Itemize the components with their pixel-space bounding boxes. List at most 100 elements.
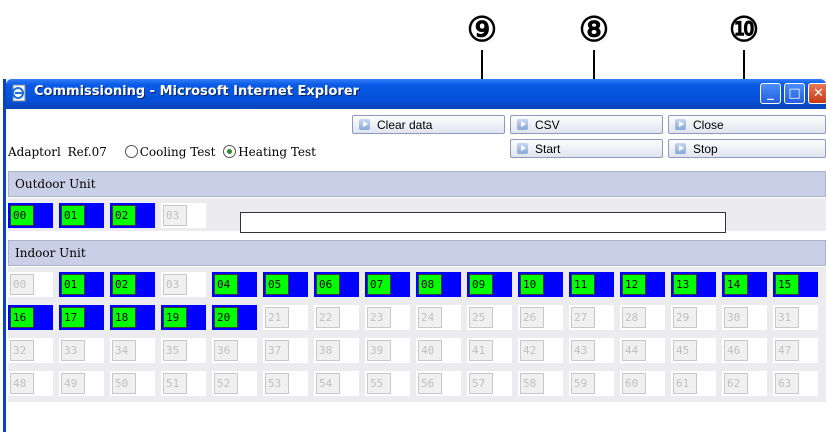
indoor-unit-05[interactable]: 05 — [263, 272, 308, 297]
indoor-unit-40[interactable]: 40 — [416, 338, 461, 363]
unit-number: 46 — [724, 340, 748, 361]
outdoor-unit-03[interactable]: 03 — [161, 203, 206, 228]
indoor-unit-06[interactable]: 06 — [314, 272, 359, 297]
indoor-unit-34[interactable]: 34 — [110, 338, 155, 363]
indoor-unit-46[interactable]: 46 — [722, 338, 767, 363]
indoor-unit-36[interactable]: 36 — [212, 338, 257, 363]
indoor-unit-28[interactable]: 28 — [620, 305, 665, 330]
indoor-unit-18[interactable]: 18 — [110, 305, 155, 330]
clear-data-label: Clear data — [377, 118, 433, 132]
indoor-unit-07[interactable]: 07 — [365, 272, 410, 297]
unit-number: 10 — [520, 274, 544, 295]
outdoor-unit-00[interactable]: 00 — [8, 203, 53, 228]
indoor-unit-50[interactable]: 50 — [110, 371, 155, 396]
indoor-unit-14[interactable]: 14 — [722, 272, 767, 297]
indoor-unit-16[interactable]: 16 — [8, 305, 53, 330]
indoor-unit-11[interactable]: 11 — [569, 272, 614, 297]
unit-number: 18 — [112, 307, 136, 328]
indoor-unit-56[interactable]: 56 — [416, 371, 461, 396]
minimize-button[interactable]: _ — [760, 83, 781, 104]
indoor-unit-01[interactable]: 01 — [59, 272, 104, 297]
indoor-unit-20[interactable]: 20 — [212, 305, 257, 330]
indoor-unit-59[interactable]: 59 — [569, 371, 614, 396]
start-button[interactable]: Start — [510, 139, 663, 158]
indoor-unit-38[interactable]: 38 — [314, 338, 359, 363]
indoor-unit-29[interactable]: 29 — [671, 305, 716, 330]
heating-test-option[interactable]: Heating Test — [223, 145, 316, 159]
close-label: Close — [693, 118, 724, 132]
csv-button[interactable]: CSV — [510, 115, 663, 134]
indoor-unit-52[interactable]: 52 — [212, 371, 257, 396]
indoor-unit-37[interactable]: 37 — [263, 338, 308, 363]
indoor-unit-09[interactable]: 09 — [467, 272, 512, 297]
stop-button[interactable]: Stop — [668, 139, 826, 158]
indoor-unit-58[interactable]: 58 — [518, 371, 563, 396]
indoor-unit-51[interactable]: 51 — [161, 371, 206, 396]
indoor-unit-35[interactable]: 35 — [161, 338, 206, 363]
indoor-unit-33[interactable]: 33 — [59, 338, 104, 363]
browser-window: Commissioning - Microsoft Internet Explo… — [3, 79, 826, 432]
outdoor-unit-02[interactable]: 02 — [110, 203, 155, 228]
indoor-unit-25[interactable]: 25 — [467, 305, 512, 330]
indoor-unit-21[interactable]: 21 — [263, 305, 308, 330]
indoor-unit-49[interactable]: 49 — [59, 371, 104, 396]
indoor-unit-26[interactable]: 26 — [518, 305, 563, 330]
indoor-unit-24[interactable]: 24 — [416, 305, 461, 330]
cooling-test-option[interactable]: Cooling Test — [124, 145, 220, 159]
close-button[interactable]: Close — [668, 115, 826, 134]
indoor-unit-61[interactable]: 61 — [671, 371, 716, 396]
indoor-unit-02[interactable]: 02 — [110, 272, 155, 297]
page-content: Clear data CSV Close Start Stop Adaptorl… — [6, 109, 826, 432]
unit-number: 39 — [367, 340, 391, 361]
clear-data-button[interactable]: Clear data — [352, 115, 505, 134]
indoor-unit-48[interactable]: 48 — [8, 371, 53, 396]
indoor-unit-15[interactable]: 15 — [773, 272, 818, 297]
ref-label: Ref.07 — [67, 145, 107, 159]
indoor-unit-43[interactable]: 43 — [569, 338, 614, 363]
unit-number: 27 — [571, 307, 595, 328]
indoor-unit-22[interactable]: 22 — [314, 305, 359, 330]
indoor-unit-42[interactable]: 42 — [518, 338, 563, 363]
adaptor-label: Adaptorl — [8, 145, 61, 159]
indoor-unit-04[interactable]: 04 — [212, 272, 257, 297]
heating-radio[interactable] — [223, 145, 237, 158]
window-close-button[interactable]: ✕ — [808, 83, 826, 104]
unit-number: 00 — [10, 205, 34, 226]
indoor-unit-19[interactable]: 19 — [161, 305, 206, 330]
indoor-unit-00[interactable]: 00 — [8, 272, 53, 297]
indoor-unit-08[interactable]: 08 — [416, 272, 461, 297]
unit-number: 31 — [775, 307, 799, 328]
indoor-unit-30[interactable]: 30 — [722, 305, 767, 330]
indoor-unit-13[interactable]: 13 — [671, 272, 716, 297]
indoor-unit-44[interactable]: 44 — [620, 338, 665, 363]
indoor-unit-41[interactable]: 41 — [467, 338, 512, 363]
cooling-radio[interactable] — [124, 145, 138, 158]
indoor-unit-53[interactable]: 53 — [263, 371, 308, 396]
indoor-unit-27[interactable]: 27 — [569, 305, 614, 330]
indoor-unit-03[interactable]: 03 — [161, 272, 206, 297]
indoor-unit-45[interactable]: 45 — [671, 338, 716, 363]
play-icon — [517, 119, 528, 130]
indoor-unit-57[interactable]: 57 — [467, 371, 512, 396]
indoor-unit-10[interactable]: 10 — [518, 272, 563, 297]
indoor-unit-32[interactable]: 32 — [8, 338, 53, 363]
indoor-unit-39[interactable]: 39 — [365, 338, 410, 363]
indoor-unit-55[interactable]: 55 — [365, 371, 410, 396]
indoor-unit-54[interactable]: 54 — [314, 371, 359, 396]
unit-number: 53 — [265, 373, 289, 394]
indoor-unit-63[interactable]: 63 — [773, 371, 818, 396]
indoor-unit-header: Indoor Unit — [8, 240, 826, 266]
indoor-unit-12[interactable]: 12 — [620, 272, 665, 297]
indoor-unit-47[interactable]: 47 — [773, 338, 818, 363]
indoor-unit-17[interactable]: 17 — [59, 305, 104, 330]
indoor-unit-23[interactable]: 23 — [365, 305, 410, 330]
indoor-unit-60[interactable]: 60 — [620, 371, 665, 396]
indoor-unit-62[interactable]: 62 — [722, 371, 767, 396]
unit-number: 09 — [469, 274, 493, 295]
unit-number: 56 — [418, 373, 442, 394]
outdoor-unit-01[interactable]: 01 — [59, 203, 104, 228]
unit-number: 13 — [673, 274, 697, 295]
indoor-unit-31[interactable]: 31 — [773, 305, 818, 330]
title-bar[interactable]: Commissioning - Microsoft Internet Explo… — [6, 79, 826, 109]
maximize-button[interactable]: □ — [784, 83, 805, 104]
